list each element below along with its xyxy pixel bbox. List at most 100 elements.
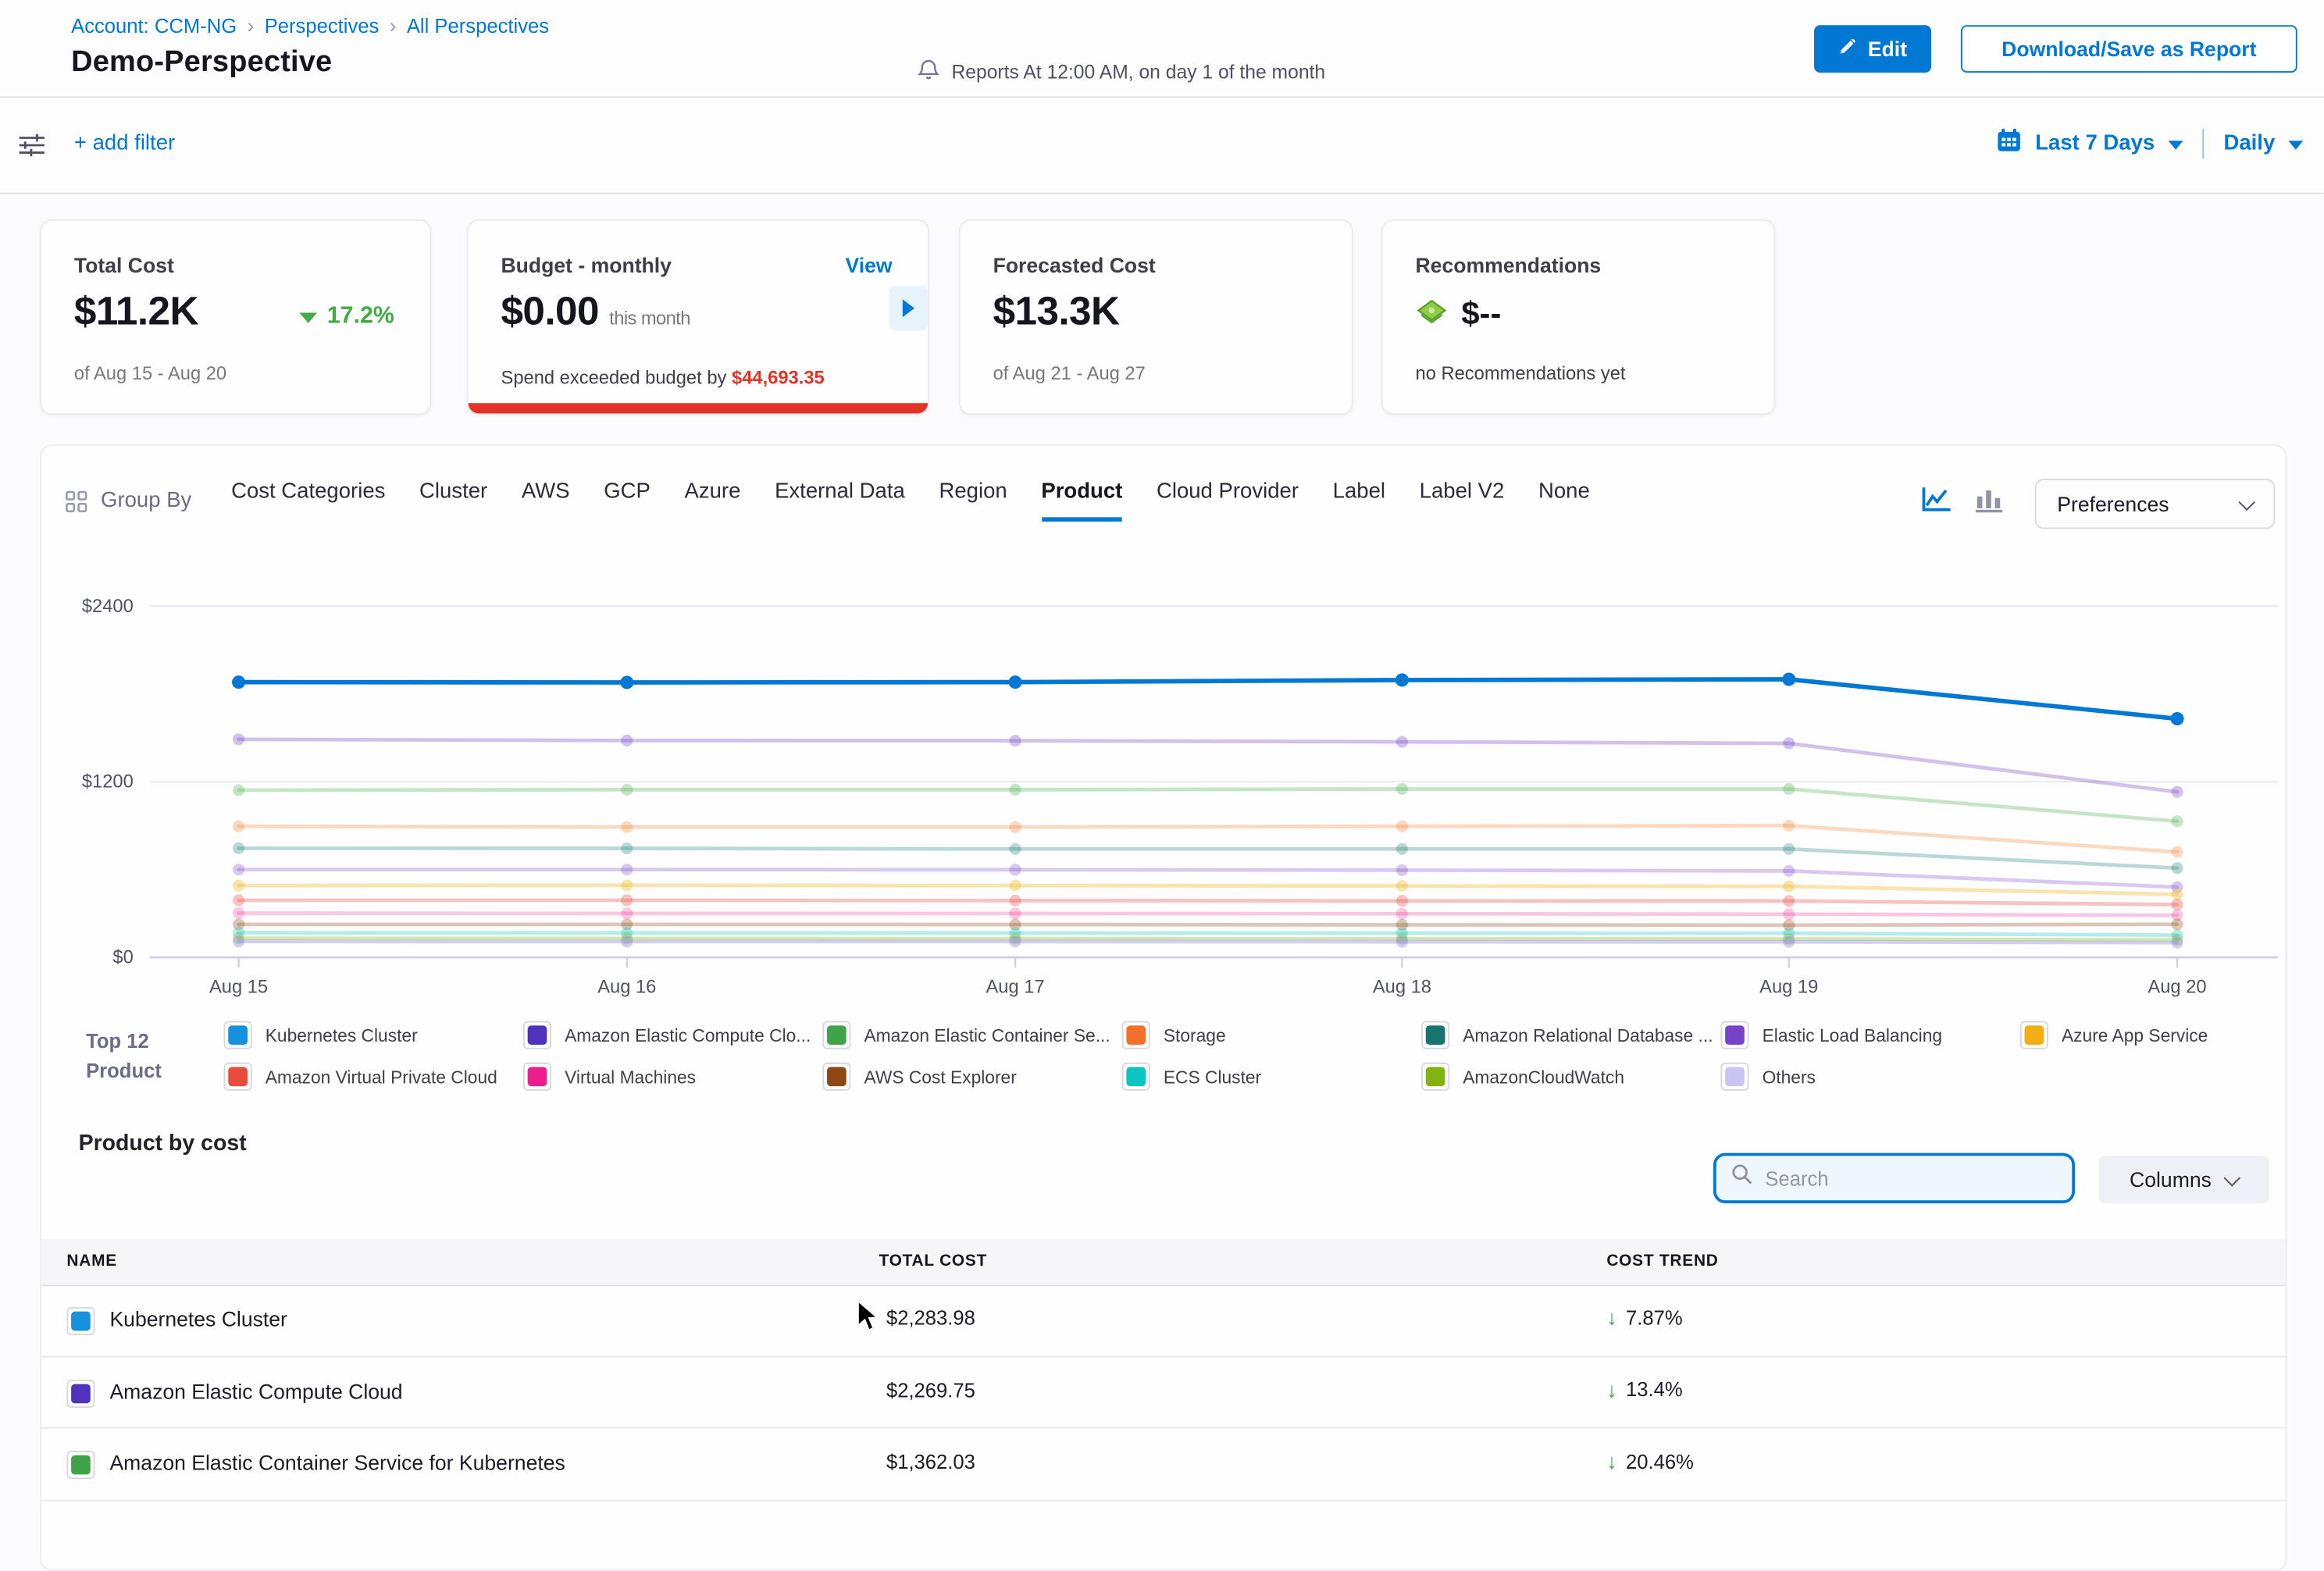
- table-row-amazon-elastic-container-service-for-kubernetes[interactable]: Amazon Elastic Container Service for Kub…: [41, 1429, 2285, 1501]
- date-range-selector[interactable]: Last 7 Days: [2035, 131, 2155, 155]
- budget-title: Budget - monthly: [501, 254, 671, 277]
- budget-value-suffix: this month: [609, 308, 690, 330]
- add-filter-button[interactable]: + add filter: [74, 132, 175, 155]
- chart-point-amazon-relational-database-service: [1783, 843, 1795, 855]
- groupby-tab-label-v2[interactable]: Label V2: [1420, 480, 1505, 517]
- budget-expand-button[interactable]: [889, 286, 928, 330]
- chart-point-others: [1396, 936, 1408, 948]
- legend-label: Azure App Service: [2062, 1024, 2208, 1046]
- group-by-row: Group By Cost CategoriesClusterAWSGCPAzu…: [41, 476, 2285, 538]
- table-row-amazon-elastic-compute-cloud[interactable]: Amazon Elastic Compute Cloud$2,269.75↓13…: [41, 1357, 2285, 1429]
- svg-text:$0: $0: [112, 948, 133, 968]
- row-total-cost: $1,362.03: [886, 1451, 975, 1473]
- chart-point-storage: [1009, 821, 1021, 833]
- row-name: Amazon Elastic Container Service for Kub…: [109, 1451, 565, 1474]
- legend-label: Storage: [1164, 1024, 1226, 1046]
- recommendations-value: $--: [1461, 295, 1501, 333]
- row-cost-trend: ↓13.4%: [1606, 1377, 1682, 1401]
- groupby-tab-cloud-provider[interactable]: Cloud Provider: [1157, 480, 1299, 517]
- legend-label: Elastic Load Balancing: [1763, 1024, 1942, 1046]
- chart-point-azure-app-service: [2171, 889, 2183, 900]
- legend-item-others[interactable]: Others: [1720, 1063, 2019, 1091]
- legend-item-amazoncloudwatch[interactable]: AmazonCloudWatch: [1421, 1063, 1720, 1091]
- budget-view-link[interactable]: View: [845, 254, 892, 277]
- legend-item-ecs-cluster[interactable]: ECS Cluster: [1122, 1063, 1421, 1091]
- legend-item-amazon-relational-database[interactable]: Amazon Relational Database ...: [1421, 1021, 1720, 1049]
- search-input[interactable]: [1763, 1166, 2035, 1191]
- breadcrumb-account-link[interactable]: Account: CCM-NG: [71, 14, 237, 36]
- column-header-total-cost[interactable]: TOTAL COST: [879, 1252, 987, 1270]
- download-save-report-button[interactable]: Download/Save as Report: [1961, 25, 2297, 73]
- forecasted-cost-period: of Aug 21 - Aug 27: [993, 363, 1146, 384]
- bar-chart-toggle-icon[interactable]: [1974, 485, 2004, 522]
- arrow-down-icon: ↓: [1606, 1377, 1616, 1401]
- chart-point-amazon-relational-database-service: [1009, 843, 1021, 855]
- triangle-right-icon: [903, 299, 914, 317]
- chart-line-amazon-virtual-private-cloud: [239, 900, 2177, 905]
- legend-item-elastic-load-balancing[interactable]: Elastic Load Balancing: [1720, 1021, 2019, 1049]
- line-chart-toggle-icon[interactable]: [1921, 485, 1954, 522]
- breadcrumb-all-perspectives-link[interactable]: All Perspectives: [407, 14, 549, 36]
- column-header-cost-trend[interactable]: COST TREND: [1606, 1252, 1718, 1270]
- chart-point-azure-app-service: [1783, 881, 1795, 892]
- chart-point-kubernetes-cluster: [1395, 673, 1409, 686]
- legend-item-azure-app-service[interactable]: Azure App Service: [2020, 1021, 2319, 1049]
- chart-point-amazon-elastic-container-service-for-kubernetes: [1396, 783, 1408, 795]
- groupby-tab-aws[interactable]: AWS: [522, 480, 570, 517]
- legend-item-amazon-virtual-private-cloud[interactable]: Amazon Virtual Private Cloud: [224, 1063, 523, 1091]
- legend-item-aws-cost-explorer[interactable]: AWS Cost Explorer: [822, 1063, 1121, 1091]
- legend-item-kubernetes-cluster[interactable]: Kubernetes Cluster: [224, 1021, 523, 1049]
- budget-progress-bar: [469, 403, 928, 413]
- chart-point-amazon-elastic-compute-cloud: [233, 733, 244, 745]
- groupby-tab-azure[interactable]: Azure: [685, 480, 741, 517]
- chart-point-amazon-elastic-container-service-for-kubernetes: [1009, 784, 1021, 796]
- groupby-tab-external-data[interactable]: External Data: [775, 480, 905, 517]
- filter-sliders-icon[interactable]: [18, 132, 46, 166]
- svg-text:Aug 17: Aug 17: [986, 978, 1044, 998]
- total-cost-value: $11.2K: [74, 289, 198, 335]
- chart-point-azure-app-service: [233, 880, 244, 892]
- budget-value: $0.00this month: [501, 289, 690, 335]
- legend-label: AmazonCloudWatch: [1463, 1067, 1624, 1088]
- groupby-tab-cost-categories[interactable]: Cost Categories: [231, 480, 385, 517]
- row-total-cost: $2,283.98: [886, 1307, 975, 1329]
- breadcrumb-perspectives-link[interactable]: Perspectives: [265, 14, 380, 36]
- groupby-tab-label[interactable]: Label: [1333, 480, 1385, 517]
- legend-swatch: [822, 1021, 850, 1049]
- granularity-selector[interactable]: Daily: [2223, 131, 2275, 155]
- groupby-tab-cluster[interactable]: Cluster: [419, 480, 487, 517]
- chart-point-storage: [233, 821, 244, 832]
- edit-button[interactable]: Edit: [1814, 25, 1931, 73]
- legend-item-virtual-machines[interactable]: Virtual Machines: [523, 1063, 822, 1091]
- groupby-tab-region[interactable]: Region: [939, 480, 1007, 517]
- recommendations-card: Recommendations $-- no Recommendations y…: [1381, 219, 1776, 415]
- budget-exceeded-value: $44,693.35: [732, 368, 825, 389]
- table-row-kubernetes-cluster[interactable]: Kubernetes Cluster$2,283.98↓7.87%: [41, 1284, 2285, 1356]
- legend-item-amazon-elastic-container-se[interactable]: Amazon Elastic Container Se...: [822, 1021, 1121, 1049]
- groupby-tab-product[interactable]: Product: [1041, 480, 1122, 522]
- top-bar: Account: CCM-NG › Perspectives › All Per…: [0, 0, 2324, 98]
- legend-item-storage[interactable]: Storage: [1122, 1021, 1421, 1049]
- arrow-down-icon: ↓: [1606, 1449, 1616, 1473]
- legend-title-line2: Product: [86, 1056, 162, 1086]
- row-name: Kubernetes Cluster: [109, 1307, 287, 1331]
- budget-exceeded-text: Spend exceeded budget by $44,693.35: [501, 368, 824, 389]
- calendar-icon: [1997, 127, 2022, 159]
- column-header-name[interactable]: NAME: [66, 1252, 117, 1270]
- legend-swatch: [523, 1021, 551, 1049]
- chart-point-amazon-virtual-private-cloud: [1009, 895, 1021, 907]
- legend-item-amazon-elastic-compute-clo[interactable]: Amazon Elastic Compute Clo...: [523, 1021, 822, 1049]
- chart-point-virtual-machines: [233, 907, 244, 919]
- legend-label: AWS Cost Explorer: [864, 1067, 1016, 1088]
- groupby-tab-gcp[interactable]: GCP: [604, 480, 651, 517]
- groupby-tab-none[interactable]: None: [1538, 480, 1590, 517]
- chart-point-amazon-elastic-container-service-for-kubernetes: [1783, 783, 1795, 795]
- legend-swatch: [1421, 1063, 1449, 1091]
- cost-trend-line-chart: $0$1200$2400Aug 15Aug 16Aug 17Aug 18Aug …: [41, 582, 2285, 1012]
- legend-swatch: [1720, 1063, 1748, 1091]
- legend-swatch: [224, 1063, 252, 1091]
- preferences-dropdown[interactable]: Preferences: [2035, 479, 2275, 529]
- columns-dropdown[interactable]: Columns: [2098, 1156, 2269, 1203]
- row-color-swatch: [66, 1451, 94, 1479]
- svg-text:Aug 16: Aug 16: [597, 978, 656, 998]
